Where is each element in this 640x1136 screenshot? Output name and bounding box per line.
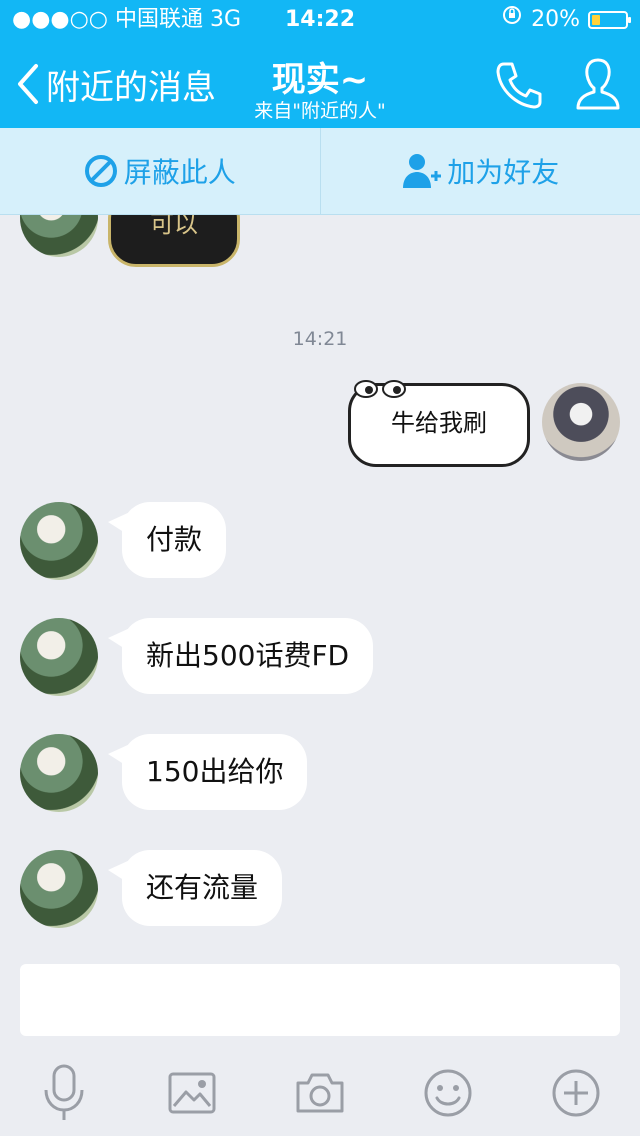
top-sticker[interactable]: 可以: [108, 215, 240, 267]
phone-icon: [496, 62, 542, 109]
battery-percent: 20%: [531, 7, 580, 32]
add-friend-button[interactable]: 加为好友: [319, 128, 640, 214]
image-icon: [168, 1072, 216, 1114]
camera-button[interactable]: [288, 1061, 352, 1125]
message-input[interactable]: [20, 964, 620, 1036]
image-button[interactable]: [160, 1061, 224, 1125]
status-bar: ●●●○○ 中国联通 3G 14:22 20%: [0, 0, 640, 40]
block-user-label: 屏蔽此人: [123, 156, 236, 189]
person-icon: [576, 58, 620, 110]
contact-avatar[interactable]: [20, 618, 98, 696]
message-bubble[interactable]: 150出给你: [107, 734, 308, 810]
message-bubble[interactable]: 还有流量: [107, 850, 283, 926]
microphone-icon: [44, 1064, 84, 1120]
action-bar: 屏蔽此人 加为好友: [0, 128, 640, 215]
block-icon: [84, 155, 117, 187]
status-right: 20%: [501, 0, 631, 40]
add-friend-icon: [403, 154, 442, 188]
sticker-eyes-icon: [354, 380, 406, 398]
call-button[interactable]: [494, 60, 542, 114]
sent-sticker-text: 牛给我刷: [391, 409, 487, 437]
input-toolbar: [0, 1050, 640, 1136]
camera-icon: [296, 1073, 344, 1113]
more-button[interactable]: [544, 1061, 608, 1125]
voice-button[interactable]: [32, 1061, 96, 1125]
contact-avatar[interactable]: [20, 734, 98, 812]
contact-avatar[interactable]: [20, 502, 98, 580]
chat-subtitle: 来自"附近的人": [254, 100, 386, 122]
chat-timestamp: 14:21: [292, 328, 348, 350]
chat-title: 现实~: [271, 60, 369, 100]
my-avatar[interactable]: [542, 383, 620, 461]
message-bubble[interactable]: 付款: [107, 502, 227, 578]
add-friend-label: 加为好友: [447, 156, 560, 189]
emoji-button[interactable]: [416, 1061, 480, 1125]
emoji-icon: [424, 1069, 472, 1117]
rotation-lock-icon: [501, 0, 523, 40]
top-sticker-text: 可以: [150, 215, 198, 238]
block-user-button[interactable]: 屏蔽此人: [0, 128, 320, 214]
plus-icon: [552, 1069, 600, 1117]
message-bubble[interactable]: 新出500话费FD: [107, 618, 374, 694]
profile-button[interactable]: [574, 56, 622, 116]
contact-avatar[interactable]: [20, 850, 98, 928]
battery-icon: [588, 11, 631, 29]
top-bar: ●●●○○ 中国联通 3G 14:22 20% 附近的消息 现实~ 来自"附近的…: [0, 0, 640, 128]
chat-area[interactable]: 可以 14:21 牛给我刷 付款 新出500话费FD 150出给你 还有流量: [0, 215, 640, 950]
contact-avatar[interactable]: [20, 215, 98, 257]
